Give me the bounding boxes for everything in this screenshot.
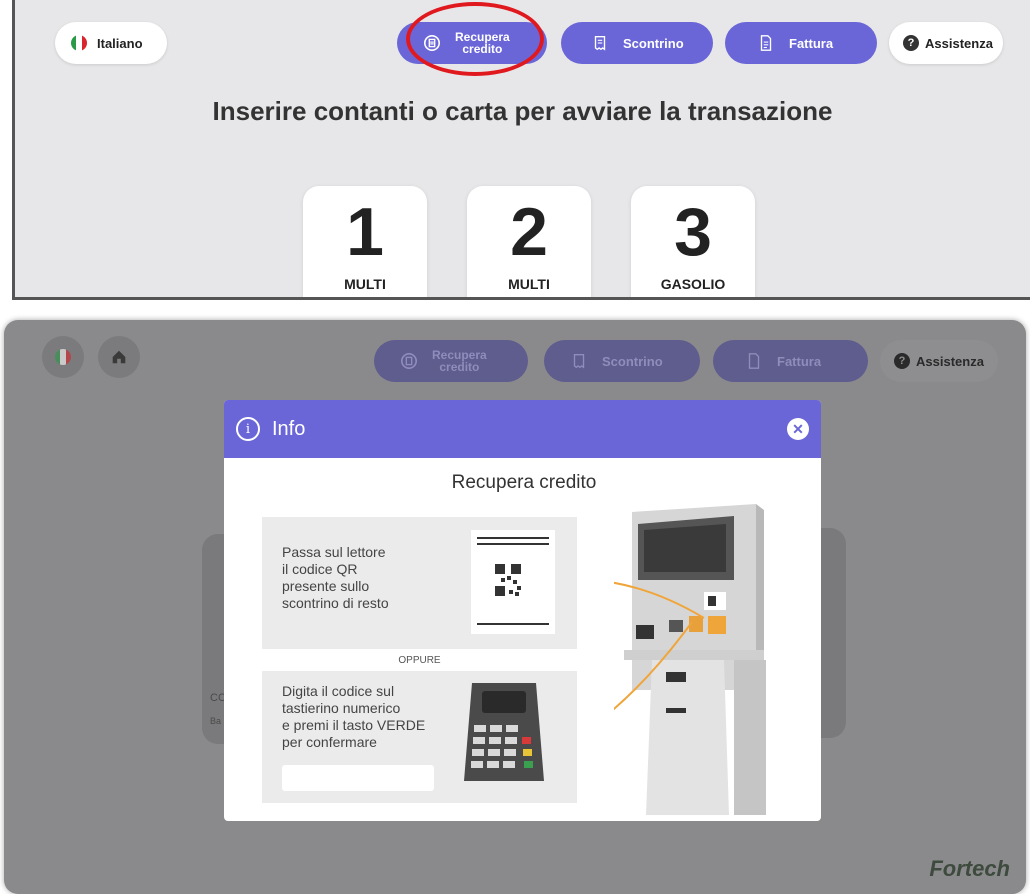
italian-flag-icon — [55, 349, 71, 365]
code-display-field — [282, 765, 434, 791]
language-label: Italiano — [97, 35, 143, 51]
assistenza-button-dim[interactable]: ? Assistenza — [880, 340, 998, 382]
kiosk-icon — [624, 504, 766, 815]
step-qr-text: Passa sul lettore il codice QR presente … — [282, 544, 389, 611]
italian-flag-icon — [71, 35, 87, 51]
info-icon: i — [236, 417, 260, 441]
pump-number: 1 — [346, 194, 384, 270]
pump-fuel-label: MULTI — [508, 276, 550, 292]
fattura-label: Fattura — [789, 35, 834, 51]
assistenza-label: Assistenza — [925, 35, 993, 51]
scontrino-label: Scontrino — [623, 35, 684, 51]
scontrino-button-dim[interactable]: Scontrino — [544, 340, 700, 382]
close-button[interactable]: ✕ — [787, 418, 809, 440]
step-keypad-text: Digita il codice sul tastierino numerico… — [282, 683, 426, 750]
pump-card-1[interactable]: 1 MULTI — [303, 186, 427, 297]
dialog-title: Recupera credito — [451, 472, 597, 493]
kiosk-illustration — [614, 504, 766, 815]
step-keypad-box: Digita il codice sul tastierino numerico… — [262, 671, 577, 803]
step-qr-box: Passa sul lettore il codice QR presente … — [262, 517, 577, 649]
fattura-label: Fattura — [777, 353, 822, 369]
close-icon: ✕ — [792, 420, 804, 437]
page-title: Inserire contanti o carta per avviare la… — [212, 96, 833, 126]
question-icon: ? — [903, 35, 919, 51]
fattura-button[interactable]: Fattura — [725, 22, 877, 64]
fattura-button-dim[interactable]: Fattura — [713, 340, 868, 382]
brand-logo: Fortech — [929, 856, 1010, 881]
highlight-circle — [406, 2, 544, 76]
assistenza-label: Assistenza — [916, 353, 984, 369]
info-dialog: i Info ✕ Recupera credito Passa sul lett… — [224, 400, 821, 821]
bottom-screen: Recupera credito Scontrino Fattura ? Ass… — [4, 320, 1026, 894]
dialog-header: i Info ✕ — [224, 400, 821, 458]
assistenza-button[interactable]: ? Assistenza — [889, 22, 1003, 64]
keypad-icon — [464, 683, 544, 781]
pump-fuel-label: MULTI — [344, 276, 386, 292]
language-button[interactable]: Italiano — [55, 22, 167, 64]
pump-number: 2 — [510, 194, 548, 270]
pump-card-2[interactable]: 2 MULTI — [467, 186, 591, 297]
question-icon: ? — [894, 353, 910, 369]
language-button-dim[interactable] — [42, 336, 84, 378]
home-button[interactable] — [98, 336, 140, 378]
dialog-header-label: Info — [272, 417, 306, 440]
pump-fuel-label: GASOLIO — [660, 276, 726, 292]
refresh-receipt-icon — [400, 352, 418, 370]
pump-number: 3 — [674, 194, 712, 270]
home-icon — [112, 350, 126, 364]
receipt-icon — [573, 354, 585, 369]
pump-card-3[interactable]: 3 GASOLIO — [631, 186, 755, 297]
invoice-icon — [748, 353, 760, 369]
background-text: Ba — [210, 716, 222, 726]
recupera-credito-button-dim[interactable]: Recupera credito — [374, 340, 528, 382]
scontrino-button[interactable]: Scontrino — [561, 22, 713, 64]
scontrino-label: Scontrino — [602, 353, 663, 369]
qr-receipt-icon — [471, 530, 555, 634]
invoice-icon — [760, 35, 772, 51]
receipt-icon — [594, 36, 606, 51]
recupera-credito-label: Recupera credito — [432, 348, 487, 374]
separator-text: OPPURE — [398, 655, 441, 666]
